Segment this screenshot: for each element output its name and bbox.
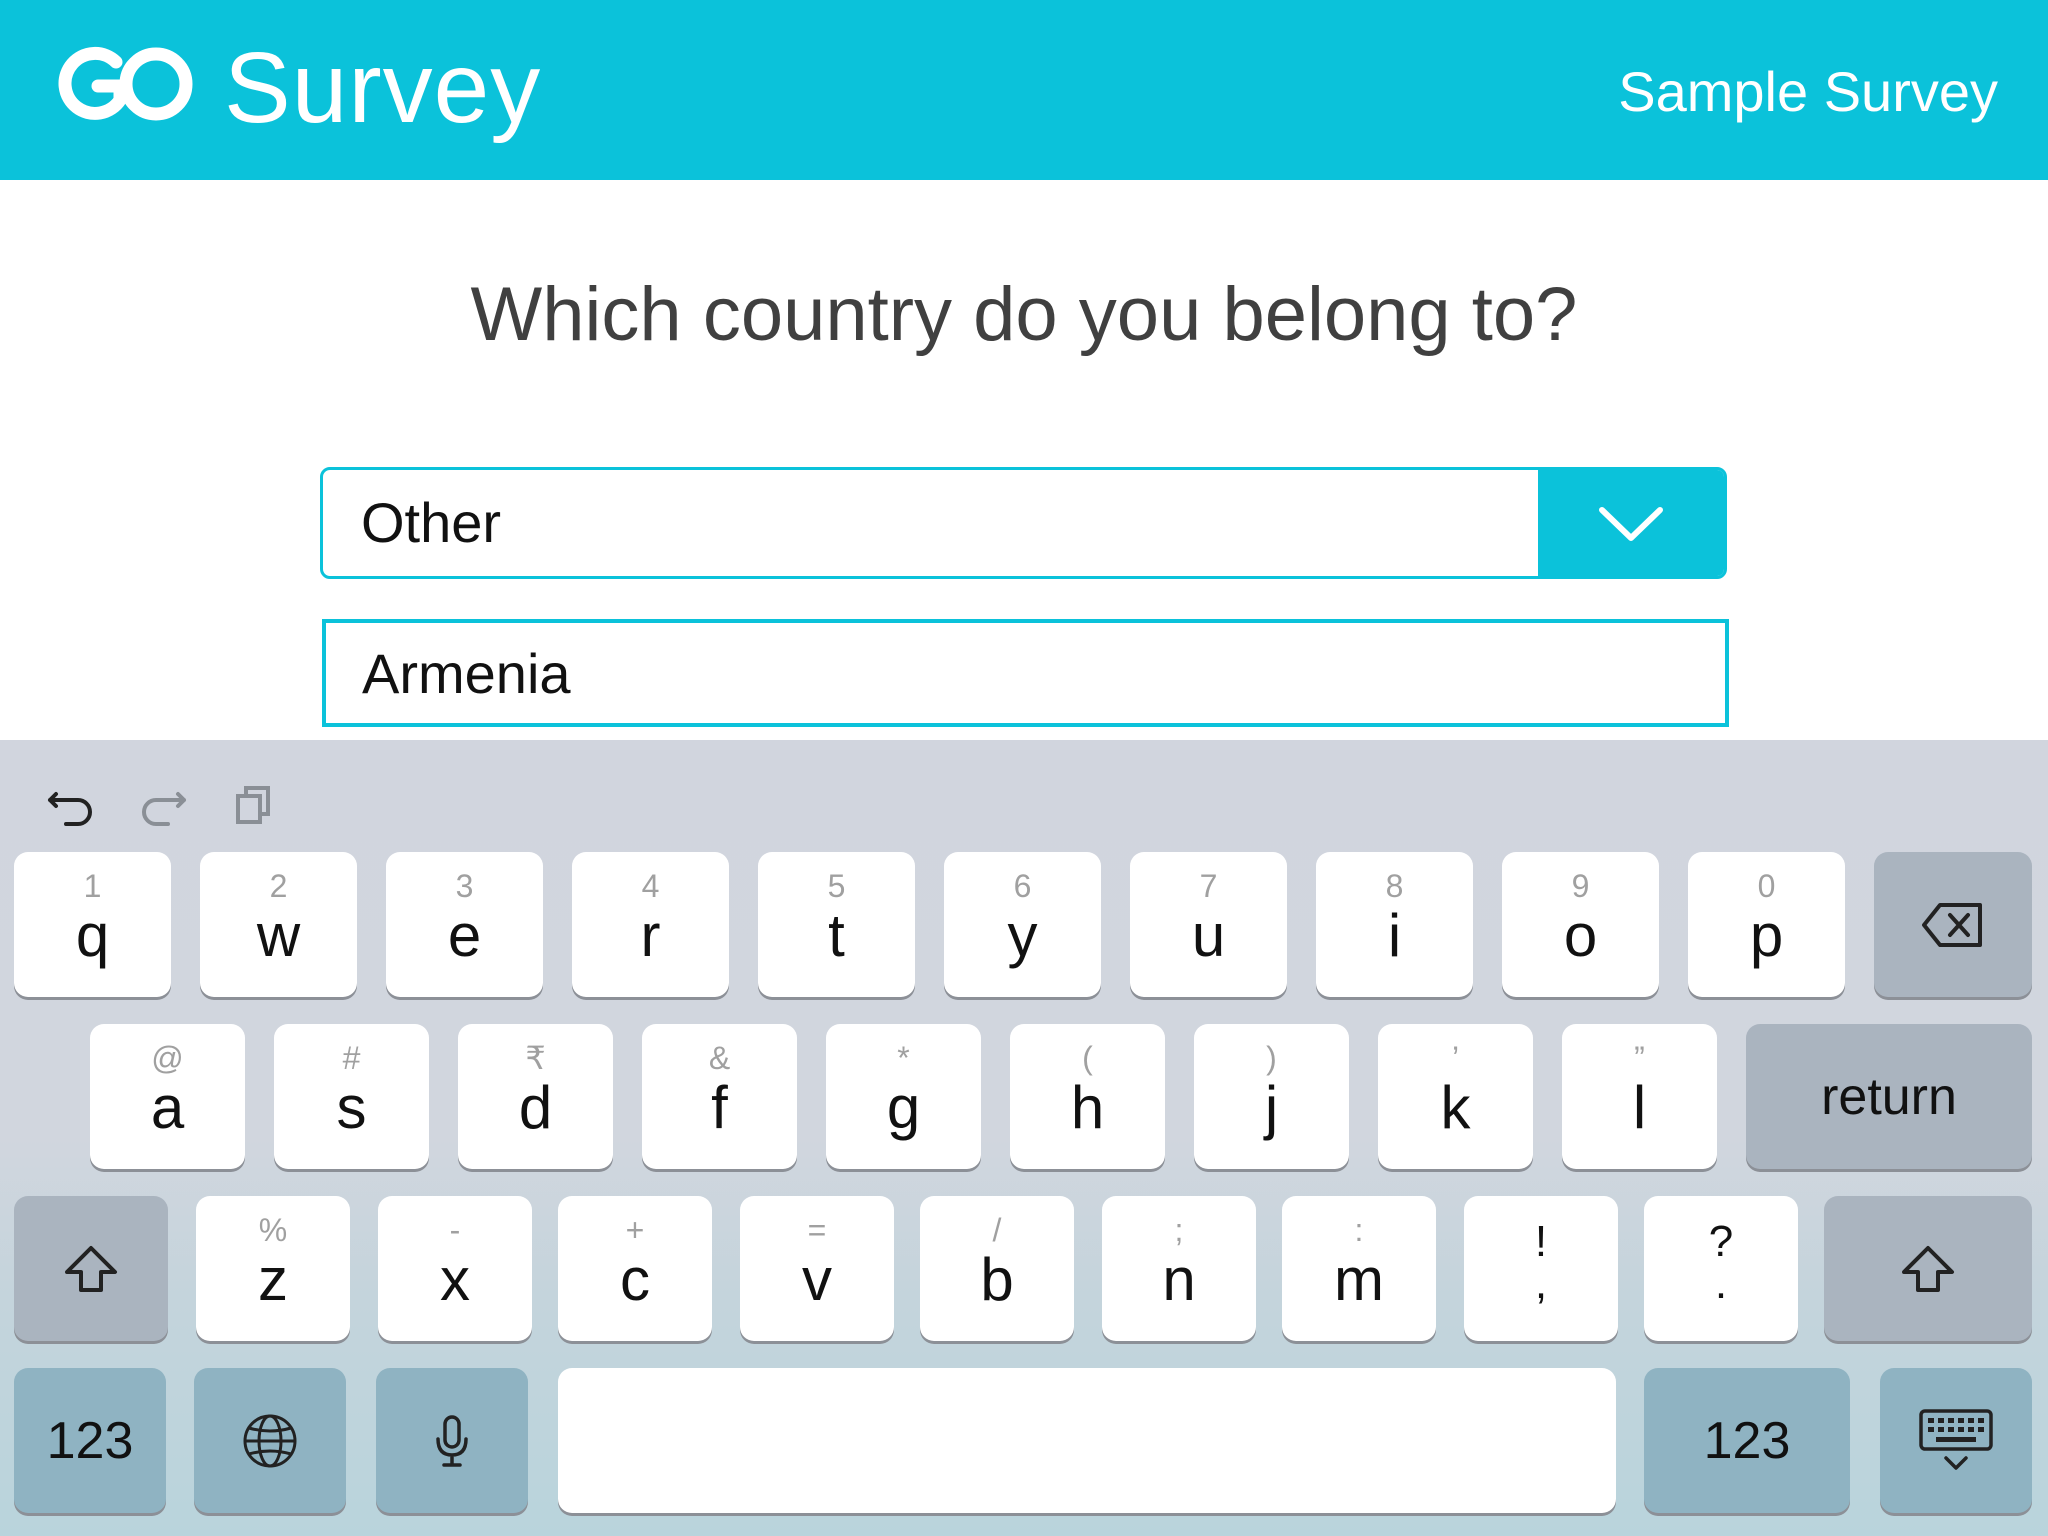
globe-icon xyxy=(243,1414,297,1467)
key-c[interactable]: + c xyxy=(558,1196,712,1341)
dropdown-toggle-button[interactable] xyxy=(1538,470,1724,576)
other-country-input[interactable] xyxy=(362,623,1662,723)
space-key[interactable] xyxy=(558,1368,1616,1513)
key-o[interactable]: 9o xyxy=(1502,852,1659,997)
key-question-period[interactable]: ?. xyxy=(1644,1196,1798,1341)
chevron-down-icon xyxy=(1599,507,1663,541)
key-f[interactable]: & f xyxy=(642,1024,797,1169)
keyboard-dismiss-icon xyxy=(1919,1408,1993,1470)
key-r[interactable]: 4r xyxy=(572,852,729,997)
question-text: Which country do you belong to? xyxy=(470,272,1578,357)
key-u[interactable]: 7u xyxy=(1130,852,1287,997)
country-select-value: Other xyxy=(361,491,502,554)
key-g[interactable]: * g xyxy=(826,1024,981,1169)
numbers-key-right[interactable]: 123 xyxy=(1644,1368,1850,1513)
return-key[interactable]: return xyxy=(1746,1024,2032,1169)
shift-icon xyxy=(1902,1245,1954,1292)
shift-key-left[interactable] xyxy=(14,1196,168,1341)
key-a[interactable]: @ a xyxy=(90,1024,245,1169)
go-logo-icon xyxy=(58,46,193,121)
key-exclamation-comma[interactable]: !, xyxy=(1464,1196,1618,1341)
dictation-key[interactable] xyxy=(376,1368,528,1513)
app-header: Survey Sample Survey xyxy=(0,0,2048,180)
key-h[interactable]: (h xyxy=(1010,1024,1165,1169)
key-l[interactable]: ” l xyxy=(1562,1024,1717,1169)
country-select[interactable]: Other xyxy=(320,467,1727,579)
key-p[interactable]: 0p xyxy=(1688,852,1845,997)
key-y[interactable]: 6y xyxy=(944,852,1101,997)
backspace-icon xyxy=(1922,902,1982,947)
microphone-icon xyxy=(436,1414,468,1467)
key-m[interactable]: :m xyxy=(1282,1196,1436,1341)
key-w[interactable]: 2w xyxy=(200,852,357,997)
shift-icon xyxy=(65,1245,117,1292)
key-d[interactable]: ₹ d xyxy=(458,1024,613,1169)
dismiss-keyboard-key[interactable] xyxy=(1880,1368,2032,1513)
key-j[interactable]: ) j xyxy=(1194,1024,1349,1169)
shift-key-right[interactable] xyxy=(1824,1196,2032,1341)
undo-icon[interactable] xyxy=(46,780,96,830)
key-b[interactable]: / b xyxy=(920,1196,1074,1341)
survey-title: Sample Survey xyxy=(1618,60,1998,123)
key-e[interactable]: 3e xyxy=(386,852,543,997)
key-z[interactable]: % z xyxy=(196,1196,350,1341)
redo-icon[interactable] xyxy=(138,780,188,830)
key-x[interactable]: -x xyxy=(378,1196,532,1341)
key-i[interactable]: 8i xyxy=(1316,852,1473,997)
other-country-field[interactable] xyxy=(322,619,1729,727)
globe-key[interactable] xyxy=(194,1368,346,1513)
paste-icon[interactable] xyxy=(232,780,282,830)
key-q[interactable]: 1q xyxy=(14,852,171,997)
key-v[interactable]: = v xyxy=(740,1196,894,1341)
brand-name: Survey xyxy=(224,32,542,144)
backspace-key[interactable] xyxy=(1874,852,2032,997)
numbers-key-left[interactable]: 123 xyxy=(14,1368,166,1513)
key-k[interactable]: ’ k xyxy=(1378,1024,1533,1169)
key-s[interactable]: # s xyxy=(274,1024,429,1169)
key-t[interactable]: 5t xyxy=(758,852,915,997)
on-screen-keyboard: 1q 2w 3e 4r 5t 6y 7u 8i 9o 0p @ a # s ₹ d &… xyxy=(0,740,2048,1536)
key-n[interactable]: ; n xyxy=(1102,1196,1256,1341)
